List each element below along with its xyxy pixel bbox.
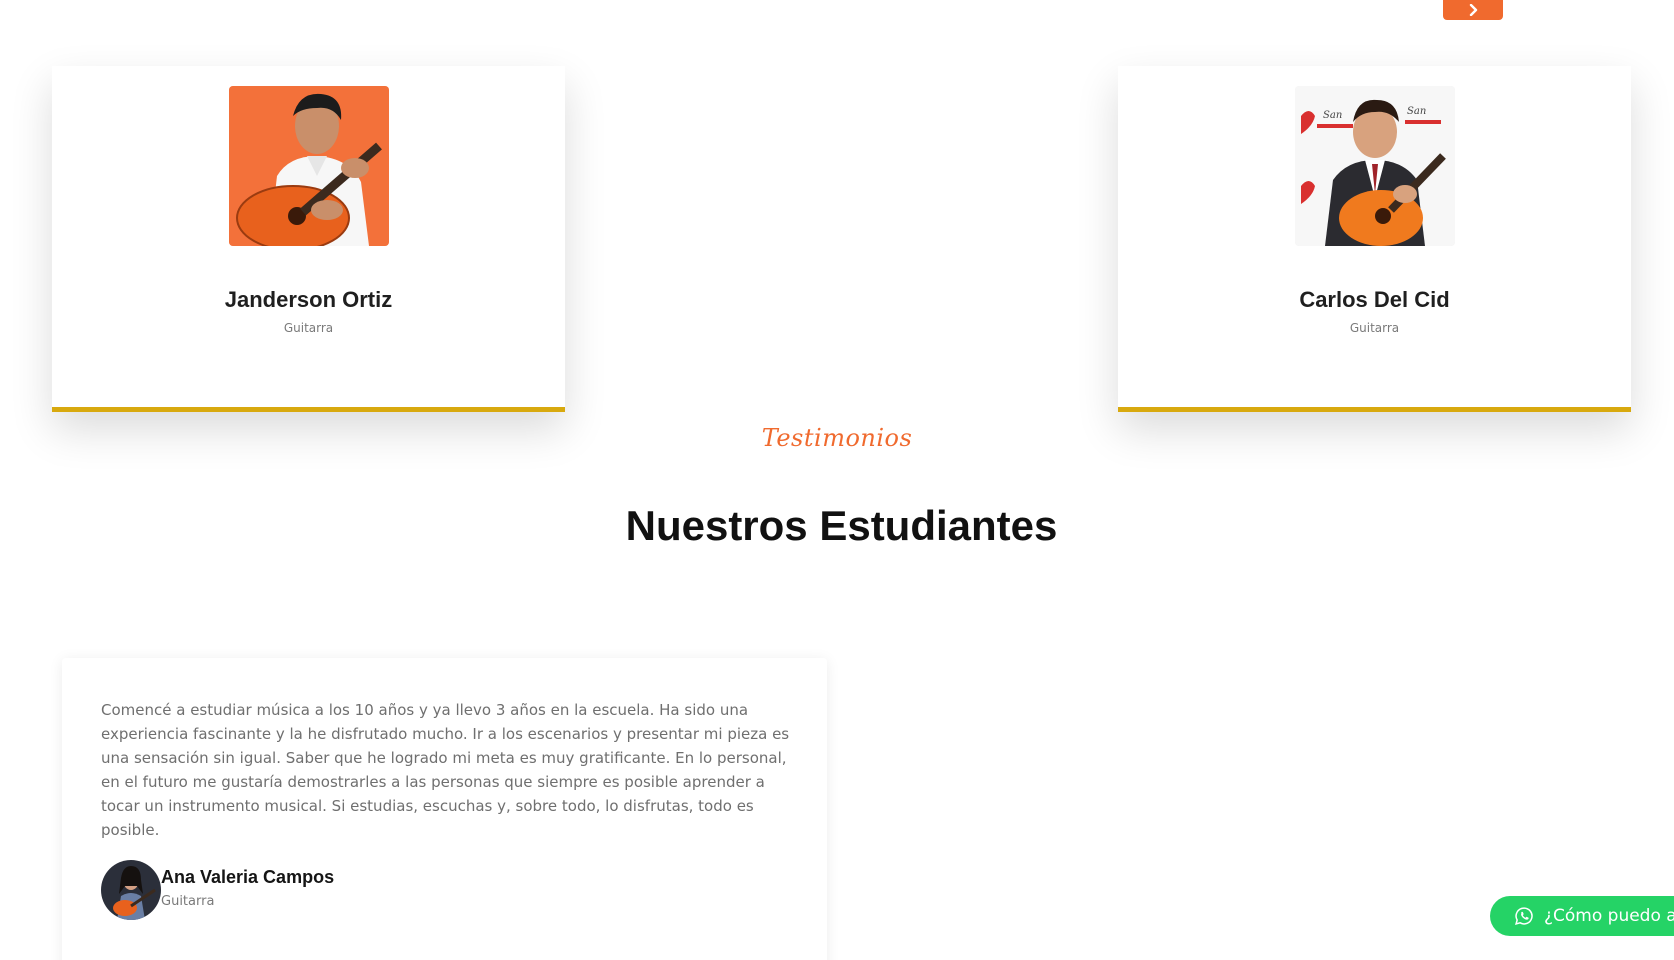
teacher-photo: San San xyxy=(1294,86,1455,246)
whatsapp-icon xyxy=(1515,907,1533,925)
svg-text:San: San xyxy=(1323,110,1342,121)
svg-text:San: San xyxy=(1407,106,1426,117)
testimonial-card: Comencé a estudiar música a los 10 años … xyxy=(62,658,827,960)
section-eyebrow: Testimonios xyxy=(761,424,913,452)
teacher-instrument: Guitarra xyxy=(1349,321,1400,335)
teacher-photo xyxy=(228,86,389,246)
whatsapp-chat-button[interactable]: ¿Cómo puedo a xyxy=(1490,896,1674,936)
student-instrument: Guitarra xyxy=(161,894,215,909)
student-name: Ana Valeria Campos xyxy=(161,867,335,887)
teacher-card[interactable]: San San Carlos Del Cid Guitarra xyxy=(1118,66,1631,412)
carousel-next-button[interactable] xyxy=(1443,0,1503,20)
teacher-name: Janderson Ortiz xyxy=(224,287,393,312)
teacher-instrument: Guitarra xyxy=(283,321,334,335)
testimonial-text: Comencé a estudiar música a los 10 años … xyxy=(101,701,790,839)
avatar xyxy=(101,860,161,920)
whatsapp-label: ¿Cómo puedo a xyxy=(1544,906,1674,926)
teacher-name: Carlos Del Cid xyxy=(1299,287,1450,312)
chevron-right-icon xyxy=(1469,4,1478,16)
teacher-card[interactable]: Janderson Ortiz Guitarra xyxy=(52,66,565,412)
student-info: Ana Valeria Campos Guitarra xyxy=(101,860,334,920)
section-title: Nuestros Estudiantes xyxy=(625,502,1058,549)
